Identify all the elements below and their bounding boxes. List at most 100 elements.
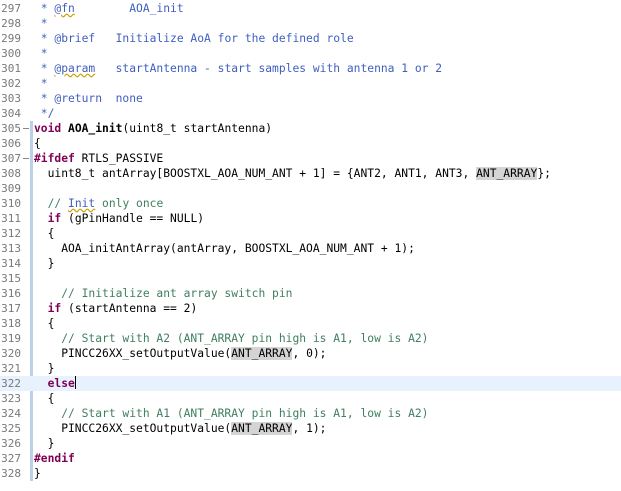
fold-toggle-icon[interactable] — [23, 122, 31, 135]
code-token: AOA_init — [68, 122, 123, 135]
code-token: } — [34, 467, 41, 480]
code-text[interactable]: PINCC26XX_setOutputValue(ANT_ARRAY, 1); — [34, 421, 326, 436]
code-token: @fn — [54, 2, 75, 15]
line-gutter: 308 — [0, 166, 33, 181]
line-gutter: 305 — [0, 121, 33, 136]
code-line[interactable]: 301 * @param startAntenna - start sample… — [0, 61, 621, 76]
code-line[interactable]: 318 { — [0, 316, 621, 331]
line-gutter: 320 — [0, 346, 33, 361]
code-line[interactable]: 308 uint8_t antArray[BOOSTXL_AOA_NUM_ANT… — [0, 166, 621, 181]
code-text[interactable]: } — [34, 361, 55, 376]
code-line[interactable]: 299 * @brief Initialize AoA for the defi… — [0, 31, 621, 46]
code-text[interactable]: * — [34, 76, 48, 91]
code-text[interactable]: // Start with A2 (ANT_ARRAY pin high is … — [34, 331, 428, 346]
line-gutter: 300 — [0, 46, 33, 61]
code-line[interactable]: 305 void AOA_init(uint8_t startAntenna) — [0, 121, 621, 136]
code-text[interactable]: * @return none — [34, 91, 143, 106]
line-gutter: 298 — [0, 16, 33, 31]
line-number: 327 — [1, 452, 21, 465]
line-number: 319 — [1, 332, 21, 345]
code-text[interactable]: // Start with A1 (ANT_ARRAY pin high is … — [34, 406, 428, 421]
code-text[interactable]: if (gPinHandle == NULL) — [34, 211, 204, 226]
code-line[interactable]: 313 AOA_initAntArray(antArray, BOOSTXL_A… — [0, 241, 621, 256]
highlighted-occurrence: ANT_ARRAY — [476, 167, 538, 180]
code-text[interactable]: } — [34, 256, 55, 271]
code-line[interactable]: 310 // Init only once — [0, 196, 621, 211]
code-text[interactable]: #endif — [34, 451, 75, 466]
line-gutter: 311 — [0, 211, 33, 226]
code-line[interactable]: 303 * @return none — [0, 91, 621, 106]
code-line[interactable]: 325 PINCC26XX_setOutputValue(ANT_ARRAY, … — [0, 421, 621, 436]
code-editor[interactable]: 297 * @fn AOA_init 298 * 299 * @brief Init… — [0, 0, 621, 491]
code-line[interactable]: 319 // Start with A2 (ANT_ARRAY pin high… — [0, 331, 621, 346]
code-line[interactable]: 300 * — [0, 46, 621, 61]
code-text[interactable]: { — [34, 226, 55, 241]
line-gutter: 302 — [0, 76, 33, 91]
code-line[interactable]: 327 #endif — [0, 451, 621, 466]
code-token: // Start with A1 (ANT_ARRAY pin high is … — [34, 407, 429, 420]
code-line[interactable]: 324 // Start with A1 (ANT_ARRAY pin high… — [0, 406, 621, 421]
code-token: (uint8_t startAntenna) — [122, 122, 273, 135]
line-number: 297 — [1, 2, 21, 15]
code-line[interactable]: 297 * @fn AOA_init — [0, 1, 621, 16]
code-line[interactable]: 320 PINCC26XX_setOutputValue(ANT_ARRAY, … — [0, 346, 621, 361]
code-line[interactable]: 312 { — [0, 226, 621, 241]
code-text[interactable]: AOA_initAntArray(antArray, BOOSTXL_AOA_N… — [34, 241, 415, 256]
code-line[interactable]: 316 // Initialize ant array switch pin — [0, 286, 621, 301]
code-line[interactable]: 304 */ — [0, 106, 621, 121]
code-line[interactable]: 309 — [0, 181, 621, 196]
code-line[interactable]: 314 } — [0, 256, 621, 271]
code-text[interactable]: * @brief Initialize AoA for the defined … — [34, 31, 354, 46]
code-text[interactable]: { — [34, 136, 41, 151]
line-number: 303 — [1, 92, 21, 105]
code-line[interactable]: 315 — [0, 271, 621, 286]
code-text[interactable]: { — [34, 316, 55, 331]
line-number: 306 — [1, 137, 21, 150]
code-token: #endif — [34, 452, 75, 465]
code-token: @brief — [54, 32, 96, 45]
line-gutter: 299 — [0, 31, 33, 46]
code-line[interactable]: 323 { — [0, 391, 621, 406]
code-text[interactable]: // Init only once — [34, 196, 164, 211]
code-text[interactable]: // Initialize ant array switch pin — [34, 286, 292, 301]
code-token: (startAntenna == 2) — [61, 302, 198, 315]
code-token: none — [102, 92, 143, 105]
line-gutter: 326 — [0, 436, 33, 451]
code-text[interactable]: uint8_t antArray[BOOSTXL_AOA_NUM_ANT + 1… — [34, 166, 551, 181]
code-text[interactable]: void AOA_init(uint8_t startAntenna) — [34, 121, 272, 136]
fold-toggle-icon[interactable] — [23, 152, 31, 165]
code-text[interactable]: * @fn AOA_init — [34, 1, 184, 16]
code-line[interactable]: 307 #ifdef RTLS_PASSIVE — [0, 151, 621, 166]
code-line[interactable]: 302 * — [0, 76, 621, 91]
code-text[interactable]: } — [34, 466, 41, 481]
code-line[interactable]: 321 } — [0, 361, 621, 376]
code-text[interactable]: } — [34, 436, 55, 451]
code-text[interactable]: if (startAntenna == 2) — [34, 301, 198, 316]
code-line[interactable]: 328} — [0, 466, 621, 481]
code-text[interactable]: PINCC26XX_setOutputValue(ANT_ARRAY, 0); — [34, 346, 326, 361]
code-text[interactable]: * — [34, 16, 48, 31]
code-line[interactable]: 317 if (startAntenna == 2) — [0, 301, 621, 316]
code-text[interactable]: #ifdef RTLS_PASSIVE — [34, 151, 163, 166]
code-line[interactable]: 306 { — [0, 136, 621, 151]
code-text[interactable]: * @param startAntenna - start samples wi… — [34, 61, 442, 76]
code-line-current[interactable]: 322 else — [0, 376, 621, 391]
line-number: 308 — [1, 167, 21, 180]
line-gutter: 309 — [0, 181, 33, 196]
code-line[interactable]: 311 if (gPinHandle == NULL) — [0, 211, 621, 226]
code-text[interactable]: * — [34, 46, 48, 61]
line-gutter: 323 — [0, 391, 33, 406]
code-token: PINCC26XX_setOutputValue( — [34, 347, 232, 360]
text-caret — [74, 376, 76, 389]
code-token: if — [47, 212, 62, 225]
code-token: * — [34, 92, 55, 105]
code-text[interactable]: { — [34, 391, 55, 406]
code-token: * — [34, 17, 48, 30]
line-gutter: 316 — [0, 286, 33, 301]
code-text[interactable]: else — [34, 376, 76, 391]
code-text[interactable]: */ — [34, 106, 55, 121]
code-token: */ — [34, 107, 55, 120]
code-line[interactable]: 326 } — [0, 436, 621, 451]
code-line[interactable]: 298 * — [0, 16, 621, 31]
